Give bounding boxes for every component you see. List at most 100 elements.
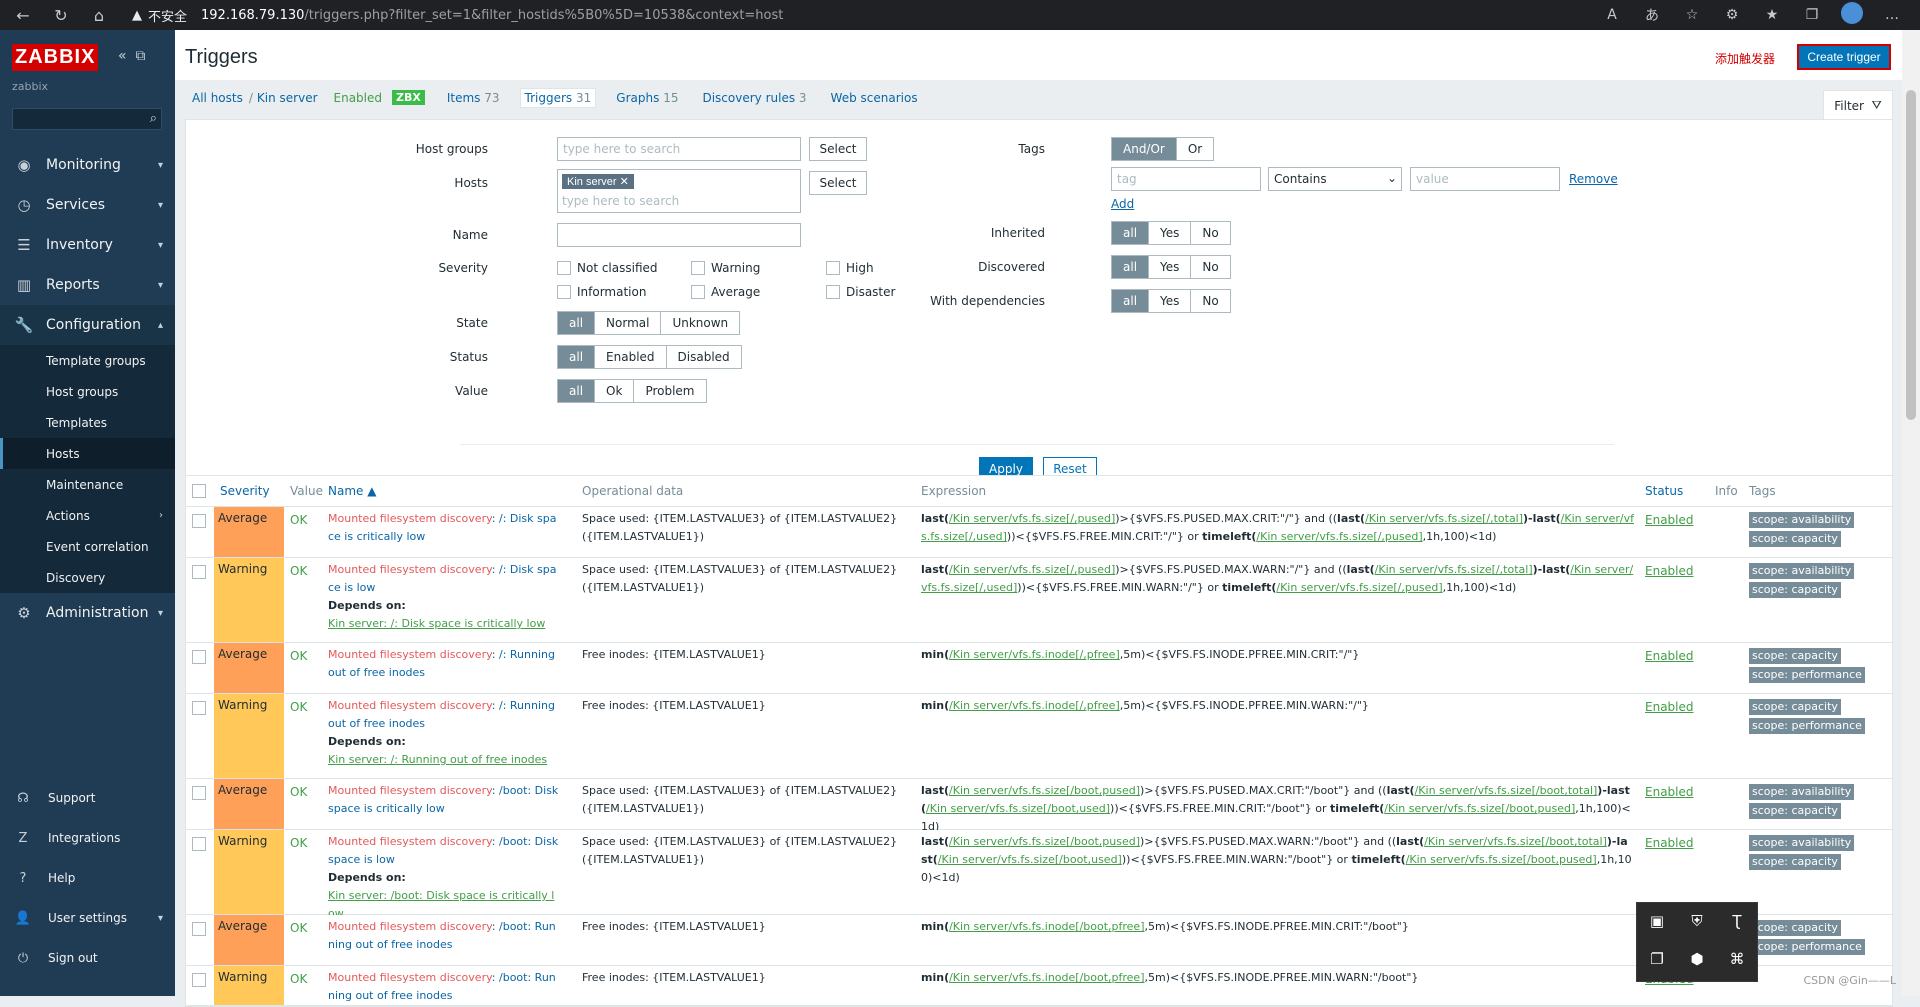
- row-checkbox[interactable]: [192, 514, 206, 528]
- item-key-link[interactable]: /Kin server/vfs.fs.inode[/boot,pfree]: [949, 920, 1144, 933]
- tray-pin-icon[interactable]: ⌘: [1725, 947, 1749, 971]
- discovered-yes[interactable]: Yes: [1149, 256, 1192, 278]
- menu-support[interactable]: ☊ Support: [0, 778, 175, 818]
- host-groups-input[interactable]: type here to search: [557, 137, 801, 161]
- tab-web-scenarios[interactable]: Web scenarios: [827, 89, 922, 107]
- th-name[interactable]: Name ▲: [328, 484, 376, 498]
- severity-warning[interactable]: Warning: [691, 261, 760, 275]
- more-icon[interactable]: …: [1872, 7, 1912, 23]
- withdeps-no[interactable]: No: [1191, 290, 1230, 312]
- tab-triggers[interactable]: Triggers 31: [519, 87, 597, 108]
- name-input[interactable]: [557, 223, 801, 247]
- checkbox[interactable]: [557, 261, 571, 275]
- tab-discovery-rules[interactable]: Discovery rules 3: [698, 89, 810, 107]
- tags-and-or[interactable]: And/Or: [1112, 138, 1177, 160]
- discovery-rule-link[interactable]: Mounted filesystem discovery: [328, 648, 492, 661]
- menu-integrations[interactable]: Z Integrations: [0, 818, 175, 858]
- row-checkbox[interactable]: [192, 701, 206, 715]
- back-icon[interactable]: ←: [8, 0, 38, 30]
- breadcrumb-all-hosts[interactable]: All hosts: [192, 91, 243, 105]
- item-key-link[interactable]: /Kin server/vfs.fs.size[/boot,used]: [926, 802, 1110, 815]
- read-aloud-icon[interactable]: A: [1592, 7, 1632, 23]
- translate-icon[interactable]: あ: [1632, 5, 1672, 25]
- status-disabled[interactable]: Disabled: [666, 346, 741, 368]
- th-status[interactable]: Status: [1645, 484, 1683, 498]
- discovery-rule-link[interactable]: Mounted filesystem discovery: [328, 971, 492, 984]
- tray-app-icon[interactable]: ▣: [1645, 909, 1669, 933]
- item-key-link[interactable]: /Kin server/vfs.fs.size[/boot,pused]: [949, 835, 1140, 848]
- discovery-rule-link[interactable]: Mounted filesystem discovery: [328, 563, 492, 576]
- severity-information[interactable]: Information: [557, 285, 646, 299]
- sidebar-search-input[interactable]: ⌕: [12, 108, 162, 130]
- search-icon[interactable]: ⌕: [150, 111, 157, 126]
- menu-reports[interactable]: ▥ Reports ▾: [0, 265, 175, 305]
- item-key-link[interactable]: /Kin server/vfs.fs.size[/,pused]: [1256, 530, 1422, 543]
- state-unknown[interactable]: Unknown: [661, 312, 740, 334]
- item-key-link[interactable]: /Kin server/vfs.fs.size[/,total]: [1365, 512, 1523, 525]
- create-trigger-button[interactable]: Create trigger: [1797, 44, 1891, 70]
- item-key-link[interactable]: /Kin server/vfs.fs.size[/boot,pused]: [1406, 853, 1597, 866]
- state-normal[interactable]: Normal: [595, 312, 662, 334]
- discovery-rule-link[interactable]: Mounted filesystem discovery: [328, 784, 492, 797]
- inherited-all[interactable]: all: [1112, 222, 1150, 244]
- value-ok[interactable]: Ok: [595, 380, 635, 402]
- status-toggle-link[interactable]: Enabled: [1645, 513, 1694, 527]
- status-toggle-link[interactable]: Enabled: [1645, 836, 1694, 850]
- item-key-link[interactable]: /Kin server/vfs.fs.size[/,pused]: [949, 563, 1115, 576]
- submenu-template-groups[interactable]: Template groups: [0, 345, 175, 376]
- menu-configuration[interactable]: 🔧 Configuration ▴: [0, 305, 175, 345]
- withdeps-all[interactable]: all: [1112, 290, 1150, 312]
- item-key-link[interactable]: /Kin server/vfs.fs.size[/,total]: [1375, 563, 1533, 576]
- severity-high[interactable]: High: [826, 261, 874, 275]
- address-bar[interactable]: ▲ 不安全 192.168.79.130/triggers.php?filter…: [132, 6, 783, 25]
- item-key-link[interactable]: /Kin server/vfs.fs.size[/,pused]: [949, 512, 1115, 525]
- severity-not-classified[interactable]: Not classified: [557, 261, 658, 275]
- status-toggle-link[interactable]: Enabled: [1645, 785, 1694, 799]
- discovery-rule-link[interactable]: Mounted filesystem discovery: [328, 835, 492, 848]
- dependency-link[interactable]: Kin server: /: Running out of free inode…: [328, 753, 547, 766]
- status-all[interactable]: all: [558, 346, 596, 368]
- tray-typora-icon[interactable]: Ʈ: [1725, 909, 1749, 933]
- collections-icon[interactable]: ❐: [1792, 7, 1832, 23]
- tag-value-input[interactable]: value: [1410, 167, 1560, 191]
- select-all-checkbox[interactable]: [192, 484, 206, 498]
- breadcrumb-host[interactable]: Kin server: [257, 91, 318, 105]
- inherited-no[interactable]: No: [1191, 222, 1230, 244]
- menu-sign-out[interactable]: ⏻ Sign out: [0, 938, 175, 978]
- submenu-discovery[interactable]: Discovery: [0, 562, 175, 593]
- page-scrollbar[interactable]: [1902, 30, 1920, 996]
- item-key-link[interactable]: /Kin server/vfs.fs.size[/boot,total]: [1424, 835, 1607, 848]
- remove-chip-icon[interactable]: ✕: [620, 176, 629, 188]
- submenu-event-correlation[interactable]: Event correlation: [0, 531, 175, 562]
- inherited-yes[interactable]: Yes: [1149, 222, 1192, 244]
- tray-shield-icon[interactable]: ⛨: [1685, 909, 1709, 933]
- discovery-rule-link[interactable]: Mounted filesystem discovery: [328, 512, 492, 525]
- dependency-link[interactable]: Kin server: /: Disk space is critically …: [328, 617, 545, 630]
- item-key-link[interactable]: /Kin server/vfs.fs.inode[/,pfree]: [949, 699, 1120, 712]
- submenu-host-groups[interactable]: Host groups: [0, 376, 175, 407]
- tab-graphs[interactable]: Graphs 15: [612, 89, 682, 107]
- status-enabled[interactable]: Enabled: [595, 346, 667, 368]
- discovery-rule-link[interactable]: Mounted filesystem discovery: [328, 920, 492, 933]
- extensions-icon[interactable]: ⚙: [1712, 7, 1752, 23]
- scrollbar-thumb[interactable]: [1906, 90, 1916, 420]
- item-key-link[interactable]: /Kin server/vfs.fs.inode[/boot,pfree]: [949, 971, 1144, 984]
- filter-tab[interactable]: Filter ⛛: [1823, 90, 1893, 120]
- row-checkbox[interactable]: [192, 922, 206, 936]
- checkbox[interactable]: [826, 285, 840, 299]
- status-toggle-link[interactable]: Enabled: [1645, 700, 1694, 714]
- menu-user-settings[interactable]: 👤 User settings ▾: [0, 898, 175, 938]
- collapse-sidebar-icon[interactable]: « ⧉: [118, 48, 145, 64]
- status-toggle-link[interactable]: Enabled: [1645, 649, 1694, 663]
- zabbix-logo[interactable]: ZABBIX: [12, 44, 99, 71]
- remove-tag-link[interactable]: Remove: [1569, 172, 1618, 186]
- th-severity[interactable]: Severity: [220, 484, 270, 498]
- item-key-link[interactable]: /Kin server/vfs.fs.size[/,pused]: [1276, 581, 1442, 594]
- profile-icon[interactable]: [1832, 2, 1872, 28]
- tags-or[interactable]: Or: [1176, 138, 1214, 160]
- checkbox[interactable]: [691, 285, 705, 299]
- tray-teams-icon[interactable]: ⬢: [1685, 947, 1709, 971]
- checkbox[interactable]: [557, 285, 571, 299]
- host-groups-select-button[interactable]: Select: [809, 137, 867, 161]
- add-tag-link[interactable]: Add: [1111, 197, 1134, 211]
